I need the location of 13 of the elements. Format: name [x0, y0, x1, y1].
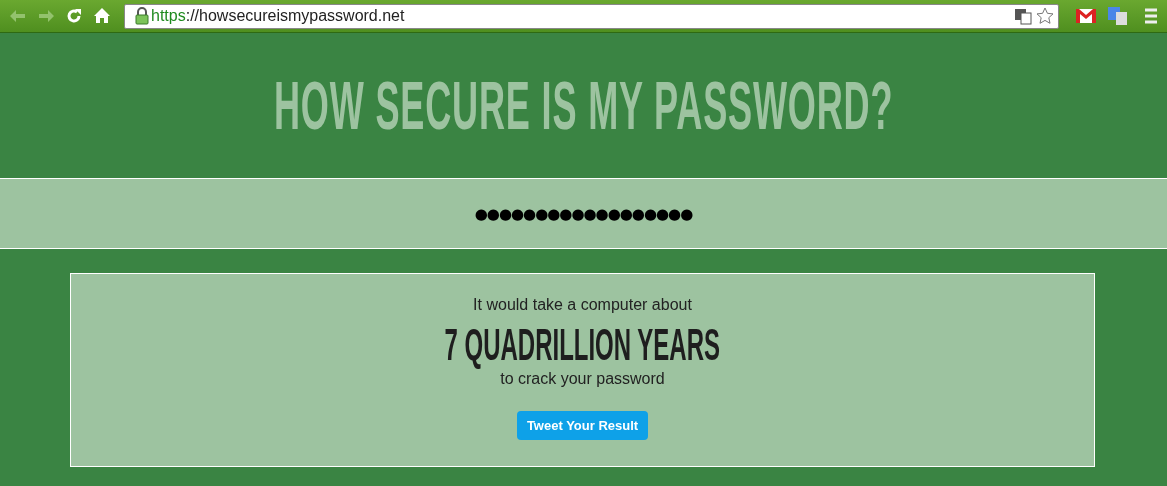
result-outro: to crack your password [500, 370, 665, 388]
mail-icon[interactable] [1075, 6, 1097, 26]
forward-arrow-icon [37, 7, 55, 25]
reload-icon [65, 7, 83, 25]
star-icon[interactable] [1036, 7, 1054, 25]
lock-icon [133, 7, 151, 25]
crack-time: 7 QUADRILLION YEARS [444, 320, 721, 370]
home-icon [93, 7, 111, 25]
page-title: HOW SECURE IS MY PASSWORD? [273, 66, 894, 145]
url-text: https://howsecureismypassword.net [151, 7, 406, 25]
password-field[interactable]: ●●●●●●●●●●●●●●●●●● [281, 203, 886, 224]
address-bar[interactable]: https://howsecureismypassword.net [124, 3, 1059, 29]
result-intro: It would take a computer about [473, 296, 692, 314]
